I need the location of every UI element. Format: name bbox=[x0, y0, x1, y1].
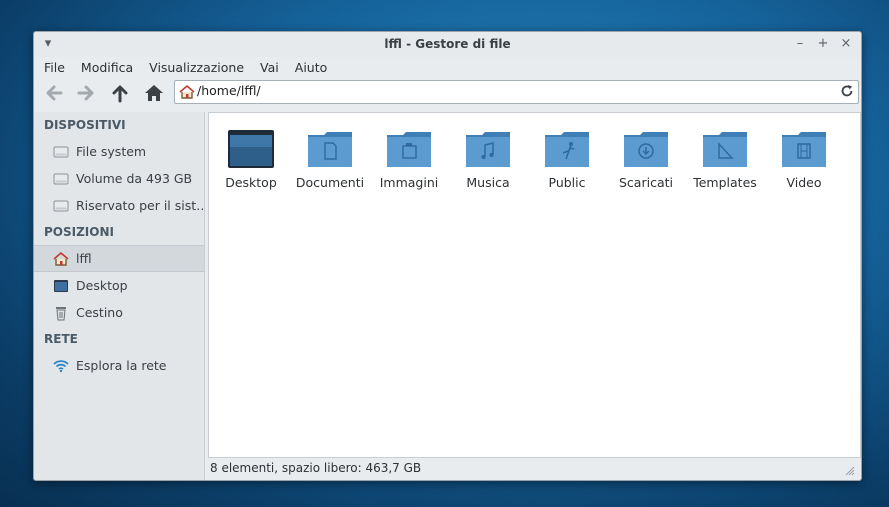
pictures-folder-icon bbox=[387, 132, 431, 167]
file-manager-window: ▾ lffl - Gestore di file – + × File Modi… bbox=[33, 31, 862, 481]
file-name: Templates bbox=[693, 175, 757, 190]
drive-icon bbox=[53, 173, 69, 185]
file-name: Immagini bbox=[379, 175, 439, 190]
menu-bar: File Modifica Visualizzazione Vai Aiuto bbox=[34, 57, 861, 78]
sidebar-item-volume[interactable]: Volume da 493 GB bbox=[34, 165, 204, 192]
sidebar-item-file-system[interactable]: File system bbox=[34, 138, 204, 165]
wifi-icon bbox=[53, 360, 69, 373]
title-bar[interactable]: ▾ lffl - Gestore di file – + × bbox=[34, 32, 861, 57]
file-name: Video bbox=[786, 175, 822, 190]
up-button[interactable] bbox=[108, 81, 132, 105]
sidebar: DISPOSITIVI File system Volume da 493 GB… bbox=[34, 112, 205, 480]
up-arrow-icon bbox=[112, 85, 128, 103]
home-icon bbox=[145, 85, 163, 101]
file-view[interactable]: Desktop Documenti Immagini Musica Public… bbox=[208, 112, 861, 458]
home-folder-icon bbox=[179, 84, 195, 99]
music-folder-icon bbox=[466, 132, 510, 167]
window-title: lffl - Gestore di file bbox=[384, 37, 511, 51]
reload-icon[interactable] bbox=[840, 84, 854, 98]
sidebar-item-label: Desktop bbox=[76, 278, 128, 293]
sidebar-item-home[interactable]: lffl bbox=[34, 245, 204, 272]
forward-button[interactable] bbox=[74, 81, 98, 105]
sidebar-header-devices: DISPOSITIVI bbox=[44, 118, 126, 132]
sidebar-header-places: POSIZIONI bbox=[44, 225, 114, 239]
menu-visualizzazione[interactable]: Visualizzazione bbox=[149, 60, 244, 75]
home-button[interactable] bbox=[142, 81, 166, 105]
close-button[interactable]: × bbox=[838, 35, 854, 53]
file-item-templates[interactable]: Templates bbox=[685, 129, 765, 190]
file-item-documenti[interactable]: Documenti bbox=[290, 129, 370, 190]
menu-modifica[interactable]: Modifica bbox=[81, 60, 133, 75]
file-item-desktop[interactable]: Desktop bbox=[211, 129, 291, 190]
menu-vai[interactable]: Vai bbox=[260, 60, 279, 75]
downloads-folder-icon bbox=[624, 132, 668, 167]
sidebar-item-desktop[interactable]: Desktop bbox=[34, 272, 204, 299]
drive-icon bbox=[53, 146, 69, 158]
video-folder-icon bbox=[782, 132, 826, 167]
location-bar[interactable] bbox=[174, 80, 859, 104]
desktop-icon bbox=[54, 280, 68, 292]
back-button[interactable] bbox=[42, 81, 66, 105]
back-arrow-icon bbox=[46, 85, 63, 101]
forward-arrow-icon bbox=[77, 85, 94, 101]
path-input[interactable] bbox=[197, 83, 797, 98]
status-text: 8 elementi, spazio libero: 463,7 GB bbox=[210, 461, 422, 475]
public-folder-icon bbox=[545, 132, 589, 167]
sidebar-item-label: lffl bbox=[76, 251, 92, 266]
trash-icon bbox=[56, 307, 66, 321]
file-name: Scaricati bbox=[619, 175, 673, 190]
sidebar-item-network[interactable]: Esplora la rete bbox=[34, 352, 204, 379]
file-name: Documenti bbox=[295, 175, 365, 190]
file-item-immagini[interactable]: Immagini bbox=[369, 129, 449, 190]
sidebar-item-label: Volume da 493 GB bbox=[76, 171, 193, 186]
sidebar-item-reserved[interactable]: Riservato per il sist… bbox=[34, 192, 204, 219]
sidebar-item-label: Riservato per il sist… bbox=[76, 198, 204, 213]
file-item-video[interactable]: Video bbox=[764, 129, 844, 190]
sidebar-item-label: File system bbox=[76, 144, 147, 159]
maximize-button[interactable]: + bbox=[815, 35, 831, 53]
minimize-button[interactable]: – bbox=[792, 35, 808, 53]
desktop-folder-icon bbox=[228, 130, 274, 168]
drive-icon bbox=[53, 200, 69, 212]
sidebar-item-trash[interactable]: Cestino bbox=[34, 299, 204, 326]
file-name: Public bbox=[548, 175, 586, 190]
menu-aiuto[interactable]: Aiuto bbox=[295, 60, 328, 75]
sidebar-item-label: Esplora la rete bbox=[76, 358, 167, 373]
templates-folder-icon bbox=[703, 132, 747, 167]
file-name: Musica bbox=[466, 175, 510, 190]
home-folder-icon bbox=[53, 251, 69, 266]
file-item-musica[interactable]: Musica bbox=[448, 129, 528, 190]
status-bar: 8 elementi, spazio libero: 463,7 GB bbox=[208, 457, 861, 480]
file-item-scaricati[interactable]: Scaricati bbox=[606, 129, 686, 190]
sidebar-header-network: RETE bbox=[44, 332, 78, 346]
file-item-public[interactable]: Public bbox=[527, 129, 607, 190]
sidebar-item-label: Cestino bbox=[76, 305, 123, 320]
menu-file[interactable]: File bbox=[44, 60, 65, 75]
resize-grip-icon[interactable] bbox=[845, 466, 855, 476]
toolbar bbox=[34, 78, 861, 108]
document-folder-icon bbox=[308, 132, 352, 167]
file-name: Desktop bbox=[225, 175, 277, 190]
